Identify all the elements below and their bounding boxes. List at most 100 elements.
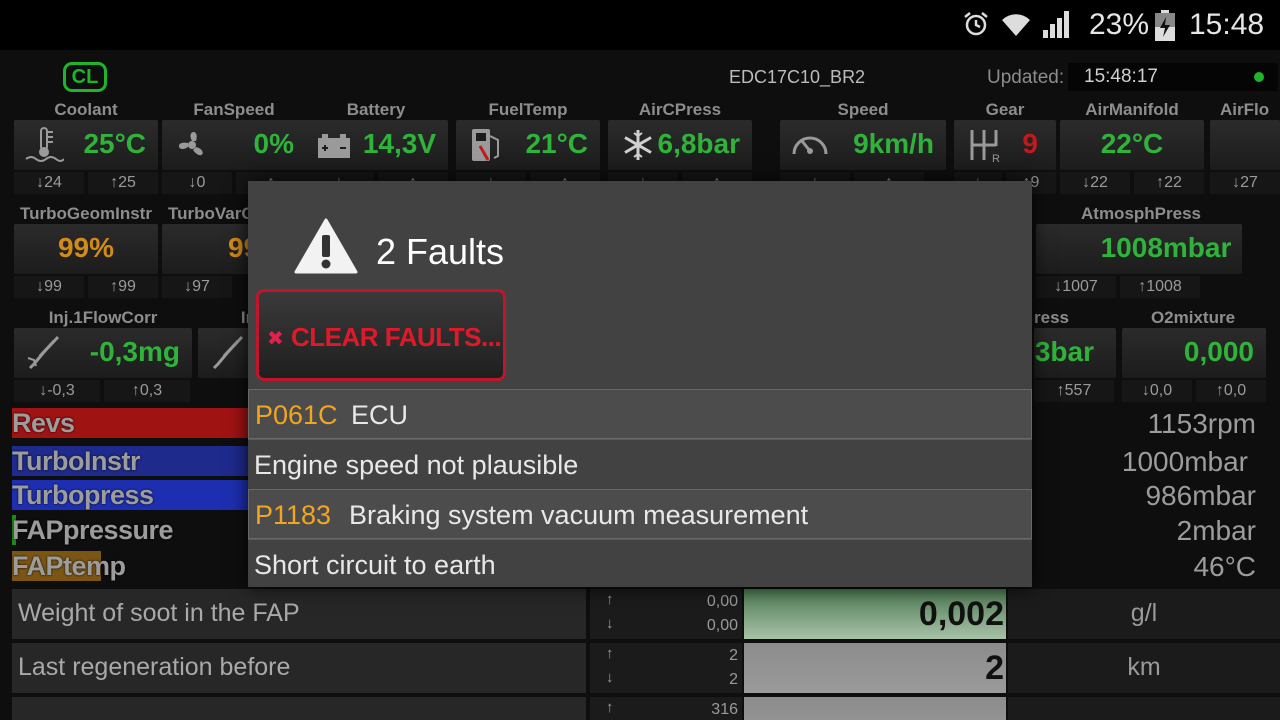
gauge-min: ↓22 [1060, 172, 1130, 194]
fault-name: ECU [351, 400, 409, 430]
gauge-max: ↑99 [88, 276, 158, 298]
gauge-value: 25°C [83, 128, 146, 159]
gauge-label: AtmosphPress [1081, 204, 1201, 223]
fault-detail: Engine speed not plausible [254, 450, 579, 480]
data-unit: g/l [1008, 589, 1280, 639]
gauge-value: 9 [1022, 128, 1038, 159]
gauge-value: 1008mbar [1100, 232, 1232, 263]
cl-badge[interactable]: CL [63, 62, 107, 92]
arrow-up-icon: ↑ [606, 645, 614, 662]
data-row-partial[interactable]: ↑ 316 [12, 697, 1280, 720]
fault-detail-row[interactable]: Engine speed not plausible [248, 439, 1032, 489]
graph-label: FAPtemp [12, 551, 126, 581]
gauge-min: ↓0 [162, 172, 232, 194]
fault-code: P061C [255, 400, 338, 430]
fault-code-row[interactable]: P1183 Braking system vacuum measurement [248, 489, 1032, 539]
gauge-label: FuelTemp [488, 100, 568, 119]
graph-value: 1153rpm [1147, 408, 1256, 439]
signal-icon [1043, 11, 1069, 38]
data-minmax: ↑ 2 ↓ 2 [590, 643, 742, 693]
data-value: 0,002 [744, 589, 1006, 639]
graph-label: TurboInstr [12, 446, 140, 476]
gauge-min: ↓1007 [1036, 276, 1116, 298]
gauge-value: 6,8bar [657, 128, 741, 159]
gauge-label: In [196, 308, 256, 328]
arrow-up-icon: ↑ [606, 591, 614, 608]
arrow-up-icon: ↑ [606, 699, 614, 716]
gauge-min: ↓0,0 [1122, 380, 1192, 402]
graph-label: Revs [12, 408, 75, 438]
gauge-value: -0,3mg [89, 336, 180, 367]
data-minmax: ↑ 0,00 ↓ 0,00 [590, 589, 742, 639]
data-min: 2 [729, 671, 738, 688]
arrow-down-icon: ↓ [606, 669, 614, 686]
gauge-min: ↑557 [1034, 380, 1114, 402]
close-icon: ✖ [267, 328, 284, 350]
graph-label: FAPpressure [12, 515, 174, 545]
clear-faults-button[interactable]: ✖ CLEAR FAULTS... [256, 289, 506, 381]
thermometer-icon [25, 127, 64, 162]
gauge-value: 99% [57, 232, 115, 263]
fault-name: Braking system vacuum measurement [349, 500, 809, 530]
warning-icon [294, 218, 358, 274]
data-label [12, 697, 586, 720]
updated-label: Updated: [987, 67, 1065, 88]
gauge-max: ↑1008 [1120, 276, 1200, 298]
gauge-label: AirManifold [1085, 100, 1179, 119]
data-row-soot[interactable]: Weight of soot in the FAP ↑ 0,00 ↓ 0,00 0,… [12, 589, 1280, 639]
fault-code: P1183 [255, 500, 332, 530]
gauge-value: 3bar [1034, 336, 1094, 367]
gauge-value: 21°C [525, 128, 588, 159]
wifi-icon [1002, 14, 1030, 36]
data-label: Weight of soot in the FAP [12, 589, 586, 639]
graph-value: 46°C [1193, 551, 1256, 582]
fan-icon [178, 131, 203, 156]
gauge-value: 14,3V [362, 128, 436, 159]
battery-icon [318, 134, 350, 158]
data-max: 2 [729, 647, 738, 664]
injector-icon [212, 335, 244, 370]
fuel-pump-icon [472, 129, 499, 161]
graph-value: 1000mbar [1121, 446, 1248, 477]
injector-icon [27, 335, 60, 370]
data-value [744, 697, 1006, 720]
gauge-label: FanSpeed [193, 100, 275, 119]
gauge-max: ↑22 [1134, 172, 1204, 194]
alarm-icon [964, 12, 988, 36]
svg-text:R: R [992, 153, 1000, 164]
clock: 15:48 [1189, 8, 1265, 41]
fault-detail-row[interactable]: Short circuit to earth [248, 539, 1032, 589]
gauge-label: Gear [985, 100, 1025, 119]
gauge-value: 22°C [1100, 128, 1164, 159]
clear-faults-label: CLEAR FAULTS... [291, 322, 502, 352]
gauge-label: Inj.1FlowCorr [48, 308, 158, 327]
data-value: 2 [744, 643, 1006, 693]
battery-charging-icon [1155, 10, 1175, 41]
graph-value: 2mbar [1176, 515, 1256, 546]
data-unit: km [1008, 643, 1280, 693]
gauge-value: 0,000 [1183, 336, 1254, 367]
gauge-label: AirCPress [638, 100, 722, 119]
gauge-min: ↓-0,3 [14, 380, 100, 402]
gauge-min: ↓27 [1210, 172, 1280, 194]
gauge-max: ↑0,0 [1196, 380, 1266, 402]
gauge-label: AirFlo [1220, 100, 1270, 119]
arrow-down-icon: ↓ [606, 615, 614, 632]
gauge-label: Coolant [54, 100, 118, 119]
data-min: 0,00 [706, 617, 738, 634]
fault-code-row[interactable]: P061C ECU [248, 389, 1032, 439]
graph-value: 986mbar [1145, 480, 1256, 511]
battery-percent: 23% [1089, 8, 1150, 41]
ecu-name: EDC17C10_BR2 [729, 67, 866, 87]
data-row-last-regen[interactable]: Last regeneration before ↑ 2 ↓ 2 2 km [12, 643, 1280, 693]
data-minmax: ↑ 316 [590, 697, 742, 720]
snowflake-icon [624, 130, 652, 160]
data-max: 316 [711, 701, 738, 718]
gauge-value: 0% [253, 128, 294, 159]
dialog-title: 2 Faults [376, 231, 505, 272]
data-max: 0,00 [706, 593, 738, 610]
gauge-min: ↓97 [162, 276, 232, 298]
updated-time: 15:48:17 [1068, 63, 1278, 91]
status-bar: 23% 15:48 [0, 0, 1280, 50]
gauge-min: ↓24 [14, 172, 84, 194]
